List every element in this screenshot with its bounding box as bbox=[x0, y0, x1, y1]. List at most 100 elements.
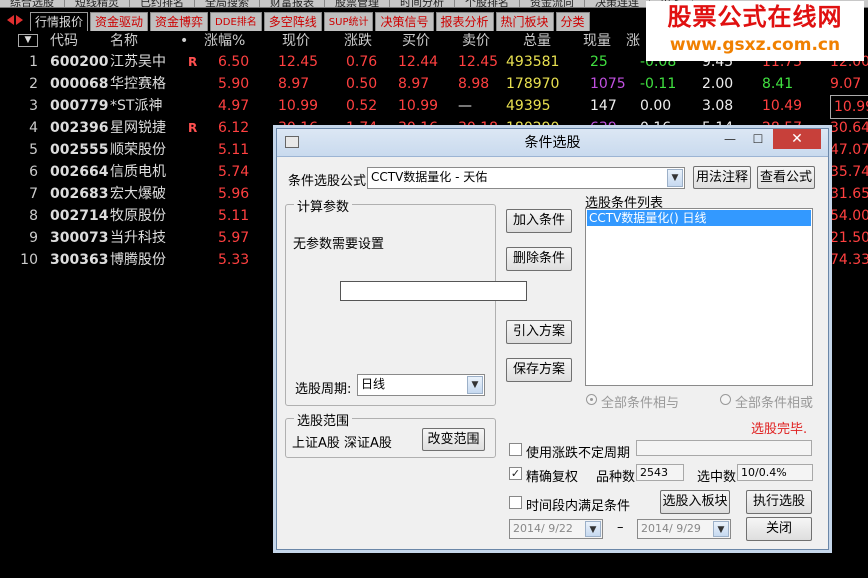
dialog-titlebar[interactable]: 条件选股 — ☐ ✕ bbox=[277, 129, 828, 157]
tab-item[interactable]: 分类 bbox=[555, 12, 590, 31]
top-menu-item[interactable]: 综合选股 bbox=[0, 0, 65, 7]
period-label: 选股周期: bbox=[295, 382, 352, 397]
radio-or[interactable] bbox=[720, 394, 731, 405]
range-group-title: 选股范围 bbox=[294, 410, 353, 429]
column-header[interactable]: 涨 bbox=[626, 31, 640, 51]
top-menu-item[interactable]: 个股排名 bbox=[455, 0, 520, 7]
cell-no: 10 bbox=[20, 252, 38, 268]
table-row[interactable]: 2 000068 华控赛格 5.90 8.97 0.50 8.97 8.98 178970 107… bbox=[0, 73, 868, 95]
condition-list-item[interactable]: CCTV数据量化() 日线 bbox=[587, 210, 811, 226]
tab-item[interactable]: 报表分析 bbox=[435, 12, 494, 31]
tab-item[interactable]: DDE排名 bbox=[210, 12, 262, 31]
cell-chg: 0.50 bbox=[346, 76, 378, 92]
cell-code: 300363 bbox=[50, 252, 109, 268]
formula-select[interactable]: CCTV数据量化 - 天佑 ▼ bbox=[367, 167, 685, 189]
cell-chg-pct: 5.96 bbox=[218, 186, 250, 202]
radio-and[interactable] bbox=[586, 394, 597, 405]
hit-value: 10/0.4% bbox=[737, 464, 813, 481]
cell-name: 信质电机 bbox=[110, 164, 166, 180]
top-menu-item[interactable]: 短线精灵 bbox=[65, 0, 130, 7]
exact-adjust-checkbox[interactable]: ✓ bbox=[509, 467, 522, 480]
timespan-label: 时间段内满足条件 bbox=[526, 499, 631, 514]
cell-badge: R bbox=[188, 55, 198, 69]
tab-item[interactable]: 行情报价 bbox=[30, 12, 89, 31]
arrow-left-icon[interactable] bbox=[7, 15, 14, 25]
param-edit-box[interactable] bbox=[340, 281, 527, 301]
cell-chg-pct: 5.90 bbox=[218, 76, 250, 92]
uncertain-period-label: 使用涨跌不定周期 bbox=[526, 446, 631, 461]
tab-item[interactable]: 资金博弈 bbox=[150, 12, 209, 31]
column-header[interactable]: 现价 bbox=[282, 31, 310, 51]
top-menu-item[interactable]: 资金流向 bbox=[520, 0, 585, 7]
cell-name: 牧原股份 bbox=[110, 208, 166, 224]
save-scheme-button[interactable]: 保存方案 bbox=[506, 358, 572, 382]
uncertain-period-checkbox[interactable] bbox=[509, 443, 522, 456]
arrow-right-icon[interactable] bbox=[16, 15, 23, 25]
column-header[interactable]: 名称 bbox=[110, 31, 138, 51]
column-header[interactable]: 现量 bbox=[583, 31, 611, 51]
cell-f4: 9.07 bbox=[830, 76, 862, 92]
tab-item[interactable]: 多空阵线 bbox=[263, 12, 322, 31]
top-menu-item[interactable]: 股票管理 bbox=[325, 0, 390, 7]
usage-notes-button[interactable]: 用法注释 bbox=[693, 166, 751, 189]
close-window-button[interactable]: ✕ bbox=[773, 129, 821, 149]
date-to-picker[interactable]: 2014/ 9/29 ▼ bbox=[637, 519, 731, 539]
column-header[interactable]: 代码 bbox=[50, 31, 78, 51]
top-menu-item[interactable]: 财富报表 bbox=[260, 0, 325, 7]
cell-no: 9 bbox=[29, 230, 38, 246]
cell-f1: 0.00 bbox=[640, 98, 672, 114]
top-menu-item[interactable]: 时间分析 bbox=[390, 0, 455, 7]
change-range-button[interactable]: 改变范围 bbox=[422, 428, 485, 451]
top-menu-item[interactable]: 决策连连 bbox=[585, 0, 650, 7]
date-from-picker[interactable]: 2014/ 9/22 ▼ bbox=[509, 519, 603, 539]
column-header[interactable]: 涨跌 bbox=[344, 31, 372, 51]
cell-no: 3 bbox=[29, 98, 38, 114]
period-select[interactable]: 日线 ▼ bbox=[357, 374, 485, 396]
delete-condition-button[interactable]: 删除条件 bbox=[506, 247, 572, 271]
range-text: 上证A股 深证A股 bbox=[292, 436, 392, 451]
tab-scroll-arrows[interactable] bbox=[0, 9, 30, 31]
top-menu-item[interactable]: 已约排名 bbox=[130, 0, 195, 7]
tab-item[interactable]: 决策信号 bbox=[375, 12, 434, 31]
tab-item[interactable]: SUP统计 bbox=[323, 12, 374, 31]
radio-and-label: 全部条件相与 bbox=[601, 396, 680, 411]
chevron-down-icon[interactable]: ▼ bbox=[585, 521, 601, 537]
chevron-down-icon[interactable]: ▼ bbox=[467, 376, 483, 394]
column-header[interactable]: 卖价 bbox=[462, 31, 490, 51]
cell-chg: 0.52 bbox=[346, 98, 378, 114]
run-select-button[interactable]: 执行选股 bbox=[746, 490, 812, 514]
cell-code: 300073 bbox=[50, 230, 109, 246]
cell-name: 星网锐捷 bbox=[110, 120, 166, 136]
cell-vol: 493581 bbox=[506, 54, 560, 70]
cell-f4: 74.33 bbox=[830, 252, 868, 268]
tab-item[interactable]: 资金驱动 bbox=[90, 12, 149, 31]
minimize-button[interactable]: — bbox=[717, 129, 743, 149]
column-header[interactable]: 买价 bbox=[402, 31, 430, 51]
cell-ask: 8.98 bbox=[458, 76, 490, 92]
timespan-checkbox[interactable] bbox=[509, 496, 522, 509]
top-menu-item[interactable]: 全局搜索 bbox=[195, 0, 260, 7]
column-header[interactable]: 涨幅% bbox=[204, 31, 245, 51]
cell-name: 当升科技 bbox=[110, 230, 166, 246]
tab-item[interactable]: 热门板块 bbox=[495, 12, 554, 31]
column-header[interactable]: 总量 bbox=[523, 31, 551, 51]
cell-badge: R bbox=[188, 121, 198, 135]
cell-code: 000779 bbox=[50, 98, 109, 114]
chevron-down-icon[interactable]: ▼ bbox=[713, 521, 729, 537]
cell-chg-pct: 5.97 bbox=[218, 230, 250, 246]
condition-list[interactable]: CCTV数据量化() 日线 bbox=[585, 208, 813, 386]
view-formula-button[interactable]: 查看公式 bbox=[757, 166, 815, 189]
cell-chg-pct: 5.74 bbox=[218, 164, 250, 180]
close-button[interactable]: 关闭 bbox=[746, 517, 812, 541]
no-params-text: 无参数需要设置 bbox=[293, 237, 385, 252]
uncertain-period-field bbox=[636, 440, 812, 456]
add-condition-button[interactable]: 加入条件 bbox=[506, 209, 572, 233]
column-header[interactable]: • bbox=[180, 31, 188, 51]
chevron-down-icon[interactable]: ▼ bbox=[667, 169, 683, 187]
import-scheme-button[interactable]: 引入方案 bbox=[506, 320, 572, 344]
condition-select-dialog: 条件选股 — ☐ ✕ 条件选股公式 CCTV数据量化 - 天佑 ▼ 用法注释 查… bbox=[276, 128, 829, 550]
add-to-block-button[interactable]: 选股入板块 bbox=[660, 490, 730, 514]
maximize-button[interactable]: ☐ bbox=[745, 129, 771, 149]
cell-code: 000068 bbox=[50, 76, 109, 92]
table-row[interactable]: 3 000779 *ST派神 4.97 10.99 0.52 10.99 — 49395 147 0… bbox=[0, 95, 868, 119]
